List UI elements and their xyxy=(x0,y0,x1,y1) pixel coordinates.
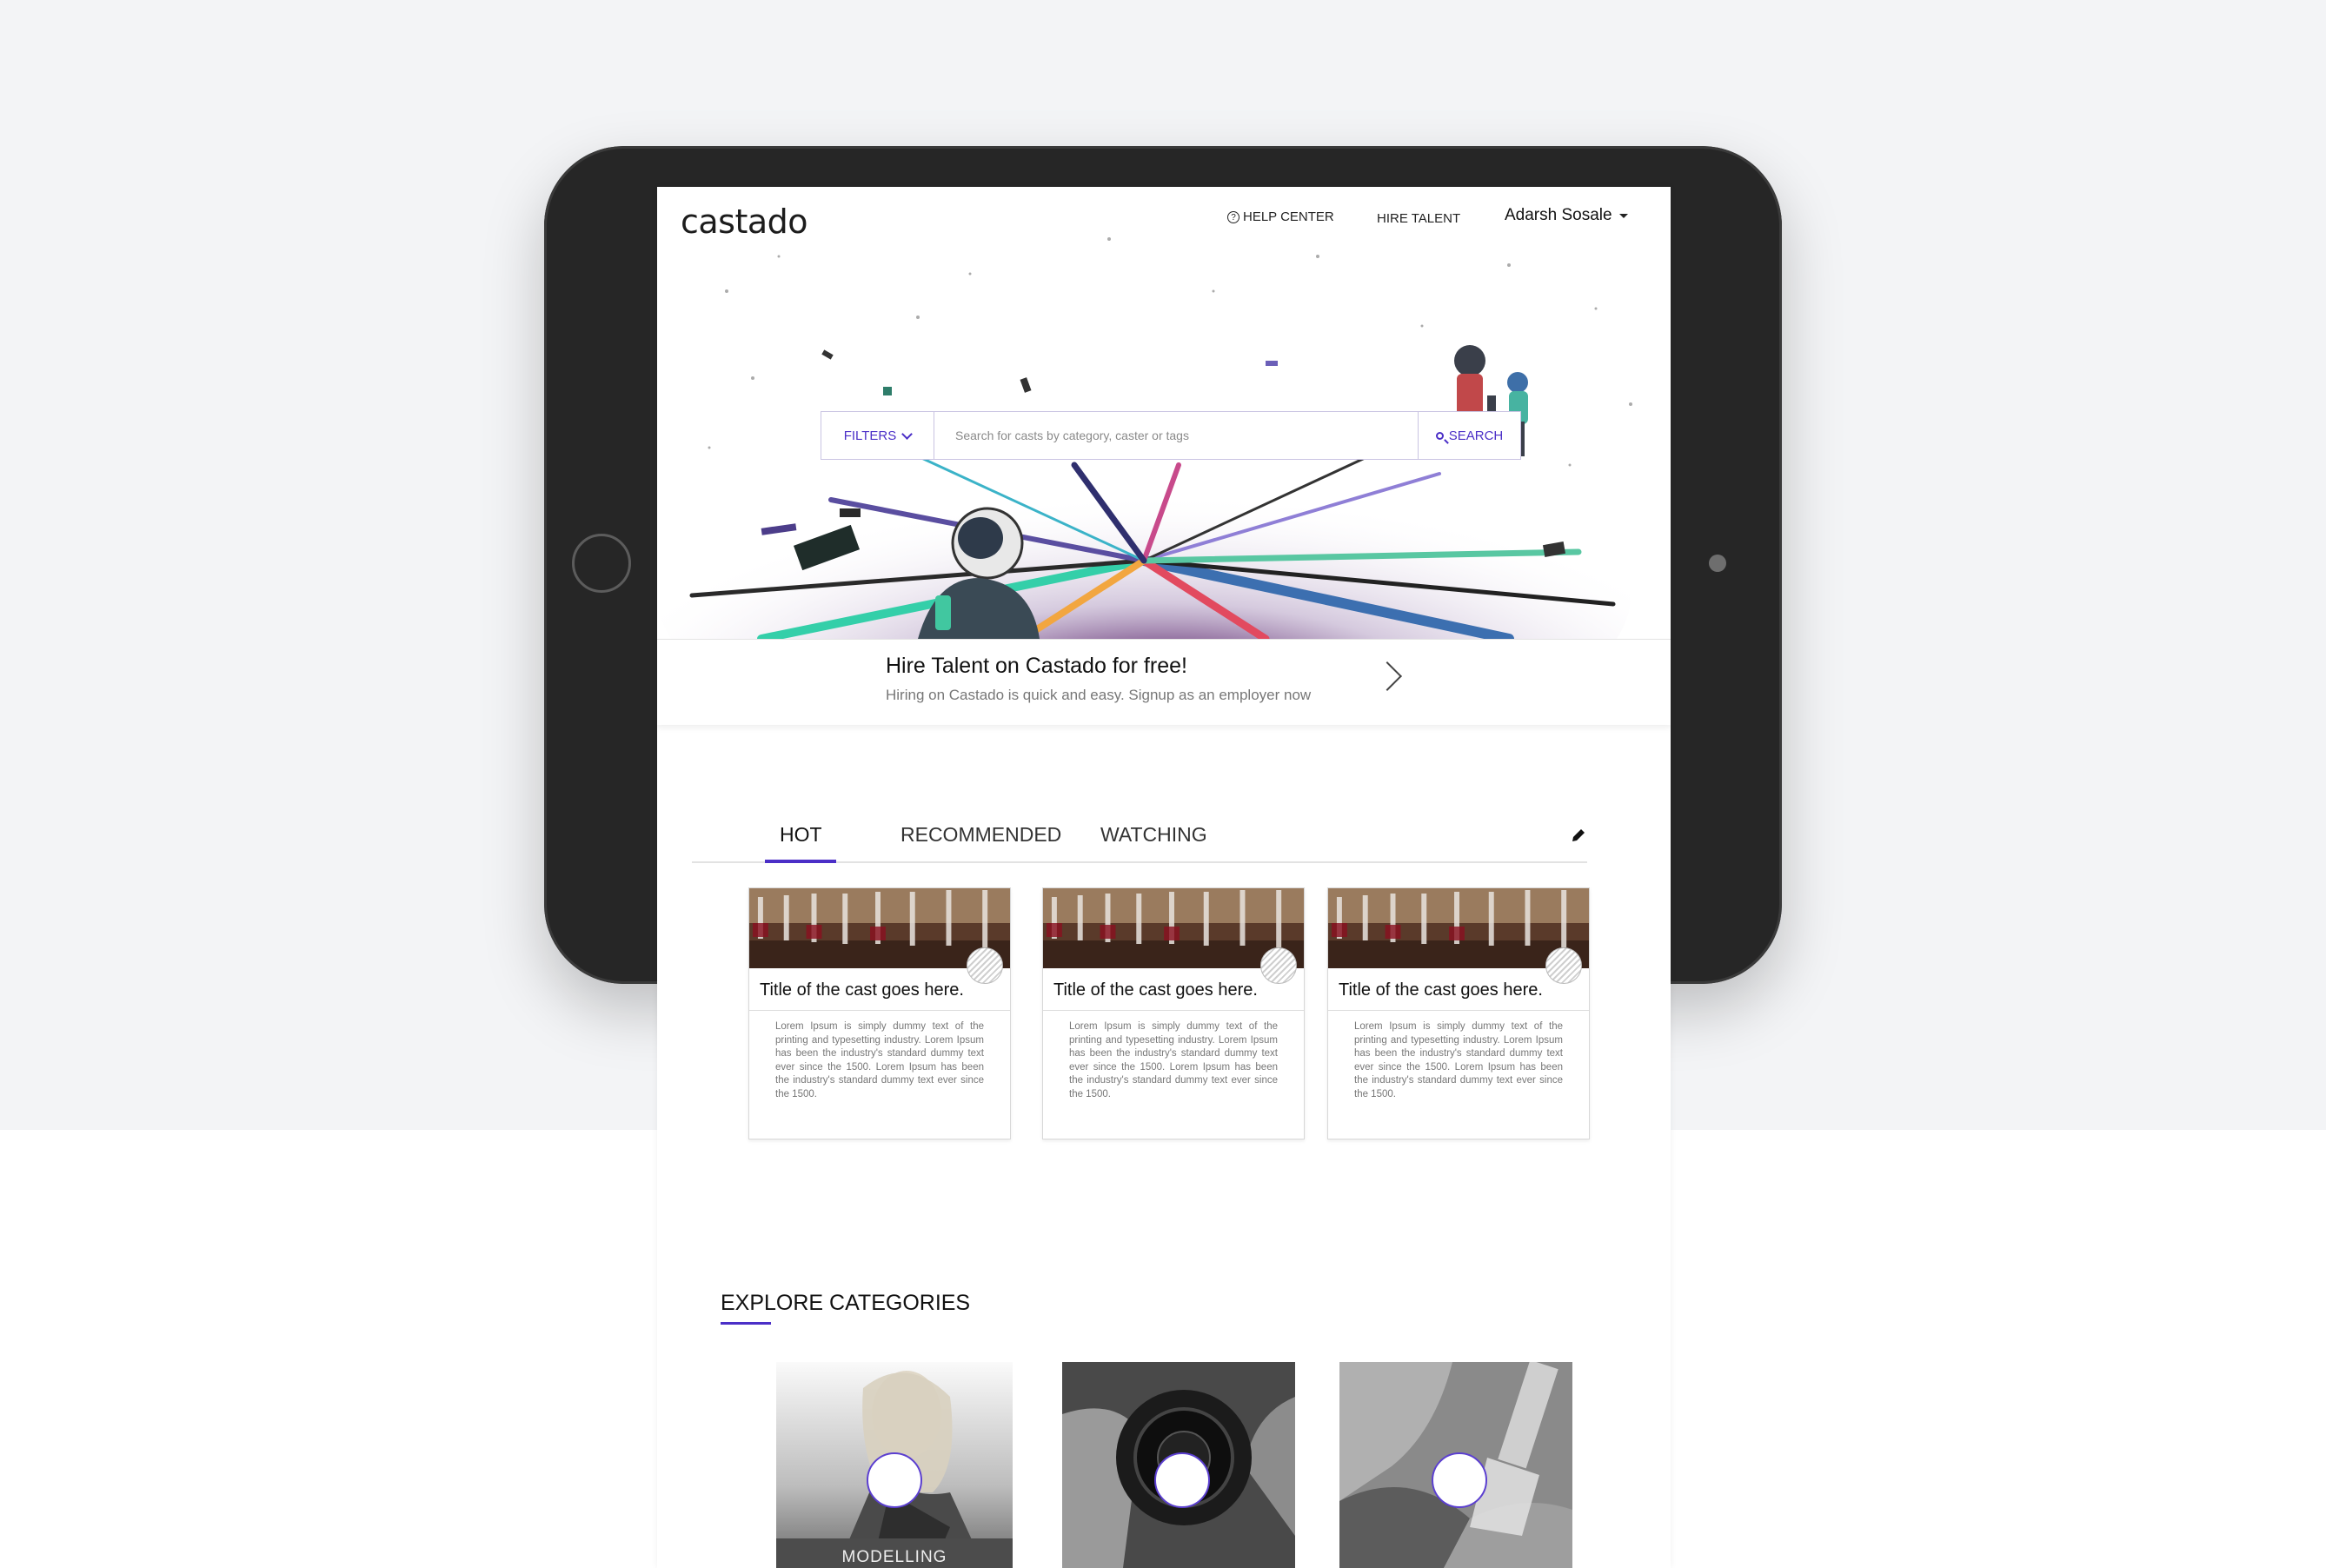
tab-watching[interactable]: WATCHING xyxy=(1100,823,1207,847)
help-center-link[interactable]: ? HELP CENTER xyxy=(1227,209,1334,224)
explore-title-underline xyxy=(721,1322,771,1325)
promo-subtitle: Hiring on Castado is quick and easy. Sig… xyxy=(886,687,1312,703)
filters-label: FILTERS xyxy=(843,428,897,443)
search-button-label: SEARCH xyxy=(1448,428,1504,443)
user-name: Adarsh Sosale xyxy=(1505,206,1612,224)
pencil-icon[interactable] xyxy=(1570,827,1587,844)
search-input[interactable] xyxy=(934,412,1418,459)
hire-talent-promo[interactable]: Hire Talent on Castado for free! Hiring … xyxy=(657,639,1671,725)
cast-card-description: Lorem Ipsum is simply dummy text of the … xyxy=(1354,1021,1563,1100)
explore-categories-title: EXPLORE CATEGORIES xyxy=(721,1291,971,1315)
cast-card-title: Title of the cast goes here. xyxy=(760,980,964,1000)
category-icon-circle xyxy=(1154,1452,1210,1508)
cast-card-description: Lorem Ipsum is simply dummy text of the … xyxy=(775,1021,984,1100)
card-badge xyxy=(1545,947,1582,984)
filters-button[interactable]: FILTERS xyxy=(821,412,934,459)
search-icon xyxy=(1435,431,1444,440)
cast-tabs: HOT RECOMMENDED WATCHING xyxy=(692,807,1587,863)
cast-card-description: Lorem Ipsum is simply dummy text of the … xyxy=(1069,1021,1278,1100)
search-button[interactable]: SEARCH xyxy=(1418,412,1520,459)
help-icon: ? xyxy=(1227,210,1239,223)
cast-card-title: Title of the cast goes here. xyxy=(1339,980,1543,1000)
castado-logo[interactable]: castado xyxy=(681,203,808,241)
help-center-label: HELP CENTER xyxy=(1243,209,1334,224)
search-bar: FILTERS SEARCH xyxy=(821,411,1521,460)
promo-title: Hire Talent on Castado for free! xyxy=(886,654,1187,678)
active-tab-indicator xyxy=(765,860,836,863)
cast-card[interactable]: Title of the cast goes here. Lorem Ipsum… xyxy=(748,887,1011,1139)
card-divider xyxy=(1043,1010,1304,1011)
home-button xyxy=(572,534,631,593)
category-tile-painting[interactable] xyxy=(1339,1362,1572,1568)
card-badge xyxy=(967,947,1003,984)
cast-card-title: Title of the cast goes here. xyxy=(1053,980,1258,1000)
chevron-down-icon xyxy=(901,428,914,440)
cast-card[interactable]: Title of the cast goes here. Lorem Ipsum… xyxy=(1327,887,1590,1139)
hero-banner: castado ? HELP CENTER HIRE TALENT Adarsh… xyxy=(657,187,1671,639)
category-icon-circle xyxy=(867,1452,922,1508)
caret-down-icon xyxy=(1618,213,1628,218)
chevron-right-icon[interactable] xyxy=(1372,661,1402,691)
card-divider xyxy=(749,1010,1010,1011)
camera-dot xyxy=(1709,555,1726,572)
category-tile-photography[interactable] xyxy=(1062,1362,1295,1568)
app-screen: castado ? HELP CENTER HIRE TALENT Adarsh… xyxy=(657,187,1671,1568)
tab-recommended[interactable]: RECOMMENDED xyxy=(900,823,1061,847)
hire-talent-link[interactable]: HIRE TALENT xyxy=(1377,211,1460,226)
card-badge xyxy=(1260,947,1297,984)
tab-hot[interactable]: HOT xyxy=(780,823,822,847)
category-label: MODELLING xyxy=(776,1538,1013,1568)
category-icon-circle xyxy=(1432,1452,1487,1508)
card-divider xyxy=(1328,1010,1589,1011)
category-tile-modelling[interactable]: MODELLING xyxy=(776,1362,1013,1568)
cast-card[interactable]: Title of the cast goes here. Lorem Ipsum… xyxy=(1042,887,1305,1139)
user-menu[interactable]: Adarsh Sosale xyxy=(1505,206,1628,225)
